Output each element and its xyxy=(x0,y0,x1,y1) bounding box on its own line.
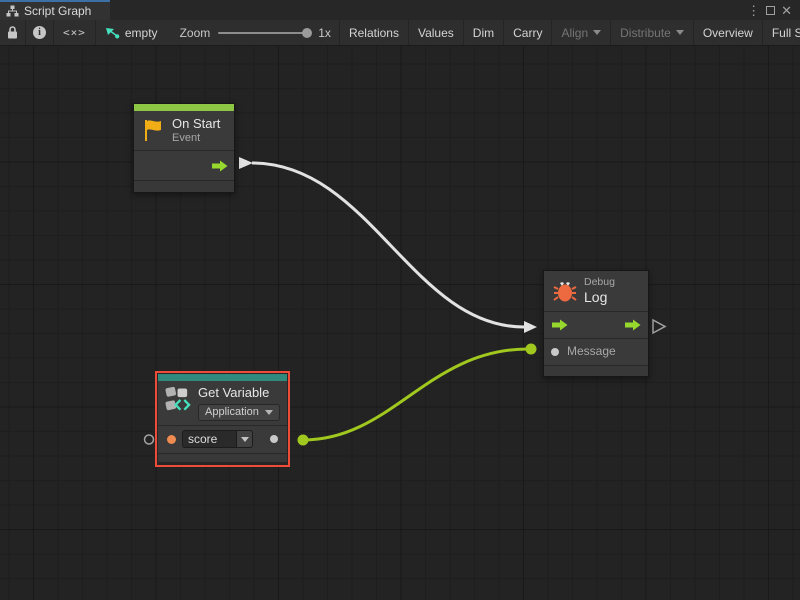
distribute-dropdown[interactable]: Distribute xyxy=(611,20,694,45)
node-footer xyxy=(134,180,234,192)
info-icon: i xyxy=(33,26,46,39)
maximize-icon[interactable] xyxy=(766,6,775,15)
code-preview-button[interactable]: <×> xyxy=(54,20,96,45)
graph-icon xyxy=(105,26,120,40)
carry-button[interactable]: Carry xyxy=(504,20,552,45)
selection-outline: Get Variable Application score xyxy=(155,371,290,467)
tab-script-graph[interactable]: Script Graph xyxy=(0,0,110,20)
zoom-slider-knob[interactable] xyxy=(302,28,312,38)
lock-icon xyxy=(7,26,18,39)
graph-hierarchy-icon xyxy=(6,5,19,17)
dim-button[interactable]: Dim xyxy=(464,20,504,45)
flow-output-port[interactable] xyxy=(624,319,641,331)
window-menu-icon[interactable]: ⋮ xyxy=(747,4,760,17)
lock-button[interactable] xyxy=(0,20,26,45)
variable-color-strip xyxy=(158,374,287,381)
variable-name-dropdown-button[interactable] xyxy=(236,430,253,448)
relations-button[interactable]: Relations xyxy=(340,20,409,45)
node-title: Get Variable xyxy=(198,385,280,401)
name-input-port[interactable] xyxy=(167,435,176,444)
chevron-down-icon xyxy=(593,30,601,35)
chevron-down-icon xyxy=(241,437,249,442)
value-wire[interactable] xyxy=(303,349,528,440)
chevron-down-icon xyxy=(265,410,273,415)
values-button[interactable]: Values xyxy=(409,20,464,45)
tab-label: Script Graph xyxy=(24,4,91,18)
zoom-slider[interactable] xyxy=(218,32,310,34)
graph-toolbar: i <×> empty Zoom 1x Relations Values Dim… xyxy=(0,20,800,46)
graph-canvas[interactable]: On Start Event Debug Lo xyxy=(0,46,800,600)
flag-icon xyxy=(143,118,165,143)
node-subtitle: Debug xyxy=(584,276,615,289)
flow-input-port[interactable] xyxy=(551,319,568,331)
unconnected-input-circle[interactable] xyxy=(145,435,154,444)
message-port-label: Message xyxy=(567,344,616,359)
value-wire-start-knob[interactable] xyxy=(298,435,309,446)
control-wire-arrowhead[interactable] xyxy=(524,321,537,333)
variables-icon xyxy=(165,385,191,415)
node-on-start[interactable]: On Start Event xyxy=(133,103,235,193)
chevron-down-icon xyxy=(676,30,684,35)
window-titlebar: Script Graph ⋮ ✕ xyxy=(0,0,800,20)
node-title: Log xyxy=(584,289,615,306)
variable-kind-value: Application xyxy=(205,406,259,418)
control-wire-start-knob[interactable] xyxy=(239,157,253,169)
zoom-value: 1x xyxy=(318,26,331,40)
overview-button[interactable]: Overview xyxy=(694,20,763,45)
variable-name-field[interactable]: score xyxy=(182,430,236,448)
fullscreen-button[interactable]: Full Screen xyxy=(763,20,800,45)
value-wire-end-knob[interactable] xyxy=(526,344,537,355)
value-output-port[interactable] xyxy=(270,435,278,443)
flow-output-port[interactable] xyxy=(211,160,228,172)
event-color-strip xyxy=(134,104,234,111)
window-controls: ⋮ ✕ xyxy=(747,0,800,20)
message-input-port[interactable] xyxy=(551,348,559,356)
close-icon[interactable]: ✕ xyxy=(781,4,792,17)
node-get-variable[interactable]: Get Variable Application score xyxy=(158,374,287,462)
control-wire[interactable] xyxy=(252,163,524,327)
unconnected-output-triangle[interactable] xyxy=(653,320,665,333)
code-icon: <×> xyxy=(63,26,86,39)
align-dropdown[interactable]: Align xyxy=(552,20,611,45)
graph-name-label: empty xyxy=(125,26,158,40)
variable-name-value: score xyxy=(188,432,217,446)
node-subtitle: Event xyxy=(172,132,220,146)
graph-breadcrumb[interactable]: empty xyxy=(96,20,172,45)
variable-kind-dropdown[interactable]: Application xyxy=(198,404,280,421)
info-button[interactable]: i xyxy=(26,20,54,45)
node-footer xyxy=(544,365,648,376)
zoom-label: Zoom xyxy=(180,26,211,40)
zoom-control: Zoom 1x xyxy=(172,20,339,45)
node-footer xyxy=(158,453,287,462)
node-title: On Start xyxy=(172,116,220,132)
bug-icon xyxy=(553,279,577,303)
node-debug-log[interactable]: Debug Log Message xyxy=(543,270,649,377)
wires-layer xyxy=(0,46,800,600)
